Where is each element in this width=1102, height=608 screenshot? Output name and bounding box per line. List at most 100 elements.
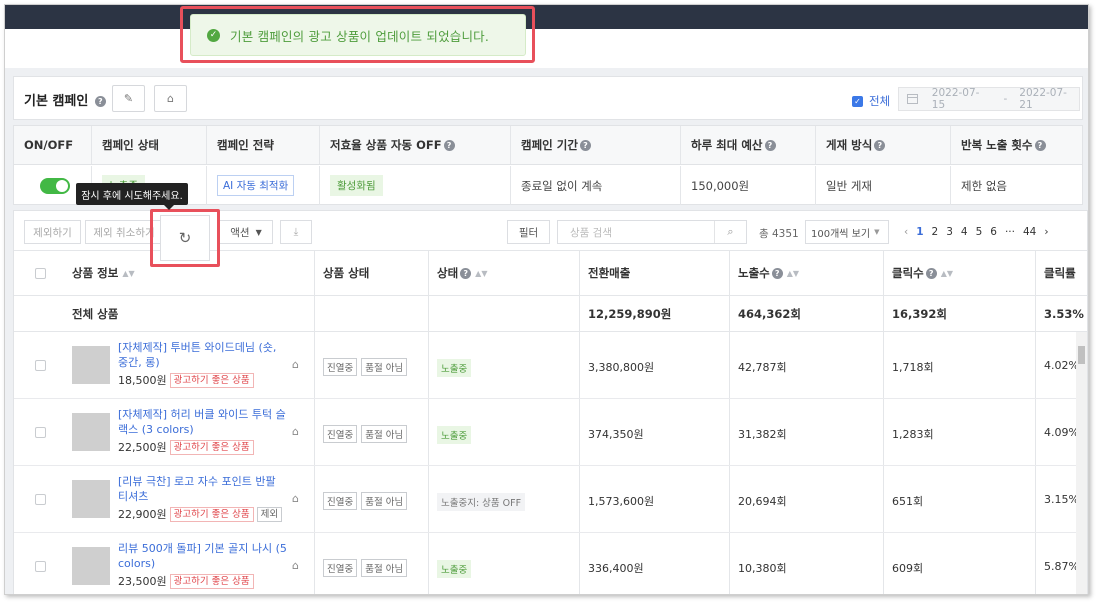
recommend-badge: 광고하기 좋은 상품: [169, 372, 254, 388]
recommend-badge: 광고하기 좋은 상품: [169, 439, 254, 455]
sort-icon: ▲▼: [786, 268, 800, 278]
store-icon[interactable]: ⌂: [292, 425, 299, 438]
download-button[interactable]: ⤓: [280, 220, 312, 244]
app-window: 기본 캠페인 ? ✎ ⌂ ✓ 전체 2022-07-15 - 2022-07-2…: [4, 4, 1089, 595]
select-all-checkbox[interactable]: [35, 267, 46, 279]
product-thumbnail: [72, 413, 110, 451]
exposure-status-badge: 노출중: [437, 560, 472, 578]
product-name-link[interactable]: [리뷰 극찬] 로고 자수 포인트 반팔 티셔츠: [118, 474, 288, 504]
next-page-icon[interactable]: ›: [1044, 226, 1048, 238]
table-row[interactable]: [자체제작] 허리 버클 와이드 투턱 슬랙스 (3 colors) 22,50…: [14, 399, 1087, 466]
display-tag: 진열중: [323, 559, 358, 577]
refresh-highlight-frame: [150, 209, 220, 267]
store-icon[interactable]: ⌂: [292, 559, 299, 572]
table-scrollbar[interactable]: [1076, 332, 1087, 594]
product-name-link[interactable]: 리뷰 500개 돌파] 기본 골지 나시 (5 colors): [118, 541, 288, 571]
clicks-value: 1,283회: [892, 428, 934, 441]
column-status[interactable]: 상태? ▲▼: [437, 251, 487, 295]
scrollbar-thumb[interactable]: [1078, 346, 1085, 364]
frequency-cap: 제한 없음: [961, 178, 1007, 193]
store-icon[interactable]: ⌂: [292, 358, 299, 371]
revenue-value: 1,573,600원: [588, 495, 655, 508]
product-price: 22,900원: [118, 508, 167, 521]
ctr-value: 5.87%: [1044, 560, 1079, 573]
edit-campaign-button[interactable]: ✎: [112, 85, 145, 112]
action-dropdown[interactable]: 액션 ▼: [219, 220, 273, 244]
date-range-picker[interactable]: 2022-07-15 - 2022-07-21: [898, 87, 1080, 111]
product-table-card: 제외하기 제외 취소하기 액션 ▼ ⤓ 필터 상품 검색 ⌕ 총 4351 100…: [13, 210, 1088, 594]
page-44[interactable]: 44: [1023, 226, 1036, 238]
top-navigation-bar: [5, 5, 1088, 29]
search-icon[interactable]: ⌕: [714, 221, 746, 243]
impressions-value: 31,382회: [738, 428, 787, 441]
campaign-header: 기본 캠페인 ? ✎ ⌂ ✓ 전체 2022-07-15 - 2022-07-2…: [13, 76, 1083, 120]
product-price: 18,500원: [118, 374, 167, 387]
help-icon[interactable]: ?: [1034, 139, 1046, 151]
delivery-type: 일반 게재: [826, 178, 872, 193]
pencil-icon: ✎: [123, 92, 134, 105]
exclude-button[interactable]: 제외하기: [24, 220, 81, 244]
revenue-value: 336,400원: [588, 562, 644, 575]
page-6[interactable]: 6: [990, 226, 997, 238]
row-checkbox[interactable]: [35, 494, 46, 505]
pagination: ‹ 1 2 3 4 5 6 ··· 44 ›: [904, 226, 1057, 238]
help-icon[interactable]: ?: [460, 267, 472, 279]
soldout-tag: 품절 아님: [361, 358, 408, 376]
impressions-value: 10,380회: [738, 562, 787, 575]
store-icon: ⌂: [167, 92, 174, 105]
row-checkbox[interactable]: [35, 427, 46, 438]
exposure-status-badge: 노출중: [437, 426, 472, 444]
product-name-link[interactable]: [자체제작] 투버튼 와이드데님 (숏, 중간, 롱): [118, 340, 288, 370]
table-row[interactable]: [자체제작] 투버튼 와이드데님 (숏, 중간, 롱) 18,500원 광고하기…: [14, 332, 1087, 399]
auto-off-badge: 활성화됨: [330, 175, 383, 196]
clicks-value: 609회: [892, 562, 924, 575]
product-search-input[interactable]: 상품 검색 ⌕: [557, 220, 747, 244]
row-checkbox[interactable]: [35, 561, 46, 572]
table-row[interactable]: 리뷰 500개 돌파] 기본 골지 나시 (5 colors) 23,500원 …: [14, 533, 1087, 594]
page-4[interactable]: 4: [961, 226, 968, 238]
product-name-link[interactable]: [자체제작] 허리 버클 와이드 투턱 슬랙스 (3 colors): [118, 407, 288, 437]
help-icon[interactable]: ?: [771, 267, 783, 279]
total-row: 전체 상품 12,259,890원 464,362회 16,392회 3.53%: [14, 296, 1087, 332]
strategy-tag: AI 자동 최적화: [217, 175, 295, 196]
store-button[interactable]: ⌂: [154, 85, 187, 112]
column-product-info[interactable]: 상품 정보 ▲▼: [72, 251, 135, 295]
page-3[interactable]: 3: [946, 226, 953, 238]
column-impressions[interactable]: 노출수? ▲▼: [738, 251, 799, 295]
help-icon[interactable]: ?: [925, 267, 937, 279]
help-icon[interactable]: ?: [764, 139, 776, 151]
column-ctr[interactable]: 클릭률: [1044, 251, 1076, 295]
page-1[interactable]: 1: [916, 226, 923, 238]
campaign-onoff-toggle[interactable]: [40, 177, 70, 194]
recommend-badge: 광고하기 좋은 상품: [169, 506, 254, 522]
ctr-value: 4.09%: [1044, 426, 1079, 439]
soldout-tag: 품절 아님: [361, 559, 408, 577]
help-icon[interactable]: ?: [94, 96, 106, 107]
ctr-value: 3.15%: [1044, 493, 1079, 506]
all-period-checkbox[interactable]: ✓ 전체: [852, 93, 890, 109]
help-icon[interactable]: ?: [874, 139, 886, 151]
chevron-down-icon: ▼: [874, 228, 880, 236]
clicks-value: 651회: [892, 495, 924, 508]
total-count: 총 4351: [759, 228, 799, 240]
impressions-value: 42,787회: [738, 361, 787, 374]
exposure-status-badge: 노출중지: 상품 OFF: [437, 493, 526, 511]
product-price: 23,500원: [118, 575, 167, 588]
filter-button[interactable]: 필터: [507, 220, 550, 244]
excluded-badge: 제외: [256, 506, 283, 522]
chevron-down-icon: ▼: [255, 227, 262, 237]
prev-page-icon[interactable]: ‹: [904, 226, 908, 238]
page-5[interactable]: 5: [976, 226, 983, 238]
table-row[interactable]: [리뷰 극찬] 로고 자수 포인트 반팔 티셔츠 22,900원 광고하기 좋은…: [14, 466, 1087, 533]
impressions-value: 20,694회: [738, 495, 787, 508]
refresh-tooltip: 잠시 후에 시도해주세요.: [76, 183, 188, 210]
campaign-period: 종료일 없이 계속: [521, 178, 603, 193]
soldout-tag: 품절 아님: [361, 425, 408, 443]
help-icon[interactable]: ?: [579, 139, 591, 151]
row-checkbox[interactable]: [35, 360, 46, 371]
page-2[interactable]: 2: [932, 226, 939, 238]
page-size-select[interactable]: 100개씩 보기 ▼: [805, 220, 889, 244]
column-clicks[interactable]: 클릭수? ▲▼: [892, 251, 953, 295]
help-icon[interactable]: ?: [443, 139, 455, 151]
store-icon[interactable]: ⌂: [292, 492, 299, 505]
